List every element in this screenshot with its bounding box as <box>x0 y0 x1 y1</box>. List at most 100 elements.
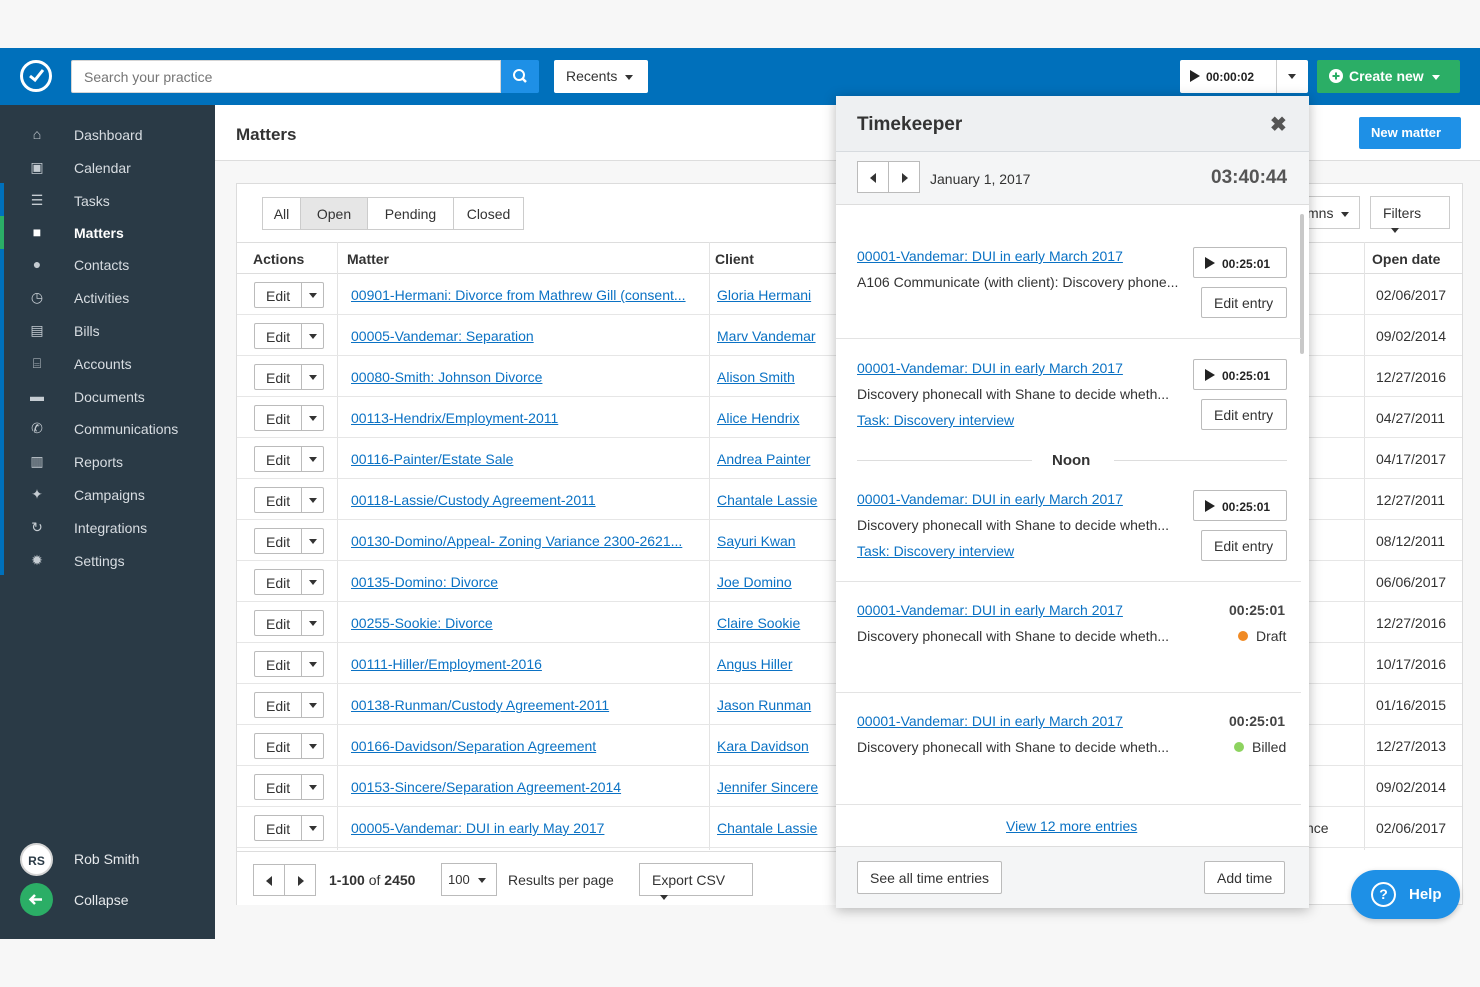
edit-button[interactable]: Edit <box>254 651 324 677</box>
filters-button[interactable]: Filters <box>1370 196 1450 233</box>
chevron-down-icon[interactable] <box>301 283 323 307</box>
sidebar-item-dashboard[interactable]: ⌂ Dashboard <box>0 118 215 151</box>
chevron-down-icon[interactable] <box>301 488 323 512</box>
matter-link[interactable]: 00118-Lassie/Custody Agreement-2011 <box>351 492 596 508</box>
matter-link[interactable]: 00111-Hiller/Employment-2016 <box>351 656 542 672</box>
avatar[interactable]: RS <box>20 843 53 876</box>
entry-timer-button[interactable]: 00:25:01 <box>1193 359 1287 390</box>
columns-button[interactable]: mns <box>1300 196 1360 229</box>
chevron-down-icon[interactable] <box>301 570 323 594</box>
help-button[interactable]: ? Help <box>1351 870 1460 919</box>
client-link[interactable]: Jennifer Sincere <box>717 779 818 795</box>
search-input[interactable] <box>71 60 501 93</box>
entry-timer-button[interactable]: 00:25:01 <box>1193 490 1287 521</box>
sidebar-item-calendar[interactable]: ▣ Calendar <box>0 151 215 184</box>
timer-button[interactable]: 00:00:02 <box>1180 60 1276 93</box>
edit-button[interactable]: Edit <box>254 364 324 390</box>
edit-button[interactable]: Edit <box>254 282 324 308</box>
matter-link[interactable]: 00255-Sookie: Divorce <box>351 615 493 631</box>
chevron-down-icon[interactable] <box>301 693 323 717</box>
entry-timer-button[interactable]: 00:25:01 <box>1193 247 1287 278</box>
sidebar-item-tasks[interactable]: ☰ Tasks <box>0 184 215 217</box>
chevron-down-icon[interactable] <box>301 529 323 553</box>
close-icon[interactable]: ✖ <box>1270 112 1287 137</box>
client-link[interactable]: Chantale Lassie <box>717 492 817 508</box>
client-link[interactable]: Marv Vandemar <box>717 328 816 344</box>
next-day-button[interactable] <box>888 161 920 193</box>
tab-open[interactable]: Open <box>300 197 368 230</box>
next-page-button[interactable] <box>284 864 316 896</box>
edit-button[interactable]: Edit <box>254 733 324 759</box>
client-link[interactable]: Angus Hiller <box>717 656 792 672</box>
view-more-entries-link[interactable]: View 12 more entries <box>1006 818 1137 834</box>
matter-link[interactable]: 00005-Vandemar: Separation <box>351 328 534 344</box>
edit-button[interactable]: Edit <box>254 528 324 554</box>
chevron-down-icon[interactable] <box>301 365 323 389</box>
column-header-open-date[interactable]: Open date <box>1372 251 1440 267</box>
client-link[interactable]: Kara Davidson <box>717 738 809 754</box>
tab-closed[interactable]: Closed <box>453 197 524 230</box>
clio-logo-icon[interactable] <box>20 60 52 92</box>
sidebar-item-integrations[interactable]: ↻ Integrations <box>0 511 215 544</box>
sidebar-item-activities[interactable]: ◷ Activities <box>0 281 215 314</box>
chevron-down-icon[interactable] <box>301 775 323 799</box>
edit-button[interactable]: Edit <box>254 815 324 841</box>
matter-link[interactable]: 00138-Runman/Custody Agreement-2011 <box>351 697 609 713</box>
sidebar-item-accounts[interactable]: ⌸ Accounts <box>0 347 215 380</box>
chevron-down-icon[interactable] <box>301 734 323 758</box>
tab-pending[interactable]: Pending <box>367 197 454 230</box>
edit-entry-button[interactable]: Edit entry <box>1201 287 1287 318</box>
edit-button[interactable]: Edit <box>254 446 324 472</box>
matter-link[interactable]: 00130-Domino/Appeal- Zoning Variance 230… <box>351 533 682 549</box>
entry-matter-link[interactable]: 00001-Vandemar: DUI in early March 2017 <box>857 491 1123 507</box>
chevron-down-icon[interactable] <box>301 652 323 676</box>
chevron-down-icon[interactable] <box>301 324 323 348</box>
edit-button[interactable]: Edit <box>254 774 324 800</box>
client-link[interactable]: Gloria Hermani <box>717 287 811 303</box>
entry-task-link[interactable]: Task: Discovery interview <box>857 412 1014 428</box>
matter-link[interactable]: 00005-Vandemar: DUI in early May 2017 <box>351 820 604 836</box>
entry-task-link[interactable]: Task: Discovery interview <box>857 543 1014 559</box>
see-all-time-entries-button[interactable]: See all time entries <box>857 861 1003 894</box>
column-header-matter[interactable]: Matter <box>347 251 389 267</box>
chevron-down-icon[interactable] <box>301 816 323 840</box>
edit-button[interactable]: Edit <box>254 323 324 349</box>
entry-matter-link[interactable]: 00001-Vandemar: DUI in early March 2017 <box>857 602 1123 618</box>
edit-button[interactable]: Edit <box>254 487 324 513</box>
entry-matter-link[interactable]: 00001-Vandemar: DUI in early March 2017 <box>857 713 1123 729</box>
matter-link[interactable]: 00901-Hermani: Divorce from Mathrew Gill… <box>351 287 686 303</box>
search-button[interactable] <box>501 60 539 93</box>
user-name[interactable]: Rob Smith <box>74 851 139 867</box>
matter-link[interactable]: 00116-Painter/Estate Sale <box>351 451 513 467</box>
sidebar-item-reports[interactable]: ▥ Reports <box>0 445 215 478</box>
entry-matter-link[interactable]: 00001-Vandemar: DUI in early March 2017 <box>857 360 1123 376</box>
edit-entry-button[interactable]: Edit entry <box>1201 530 1287 561</box>
export-csv-button[interactable]: Export CSV <box>639 863 753 900</box>
matter-link[interactable]: 00113-Hendrix/Employment-2011 <box>351 410 558 426</box>
chevron-down-icon[interactable] <box>301 611 323 635</box>
client-link[interactable]: Chantale Lassie <box>717 820 817 836</box>
edit-button[interactable]: Edit <box>254 405 324 431</box>
sidebar-item-campaigns[interactable]: ✦ Campaigns <box>0 478 215 511</box>
client-link[interactable]: Alice Hendrix <box>717 410 799 426</box>
add-time-button[interactable]: Add time <box>1204 861 1286 894</box>
chevron-down-icon[interactable] <box>301 406 323 430</box>
edit-entry-button[interactable]: Edit entry <box>1201 399 1287 430</box>
create-new-button[interactable]: Create new <box>1317 60 1460 93</box>
matter-link[interactable]: 00135-Domino: Divorce <box>351 574 498 590</box>
entry-matter-link[interactable]: 00001-Vandemar: DUI in early March 2017 <box>857 248 1123 264</box>
recents-dropdown[interactable]: Recents <box>554 60 648 93</box>
client-link[interactable]: Alison Smith <box>717 369 795 385</box>
sidebar-item-contacts[interactable]: ● Contacts <box>0 248 215 281</box>
sidebar-item-communications[interactable]: ✆ Communications <box>0 412 215 445</box>
sidebar-item-bills[interactable]: ▤ Bills <box>0 314 215 347</box>
client-link[interactable]: Jason Runman <box>717 697 811 713</box>
client-link[interactable]: Claire Sookie <box>717 615 800 631</box>
sidebar-item-matters[interactable]: ■ Matters <box>0 216 215 249</box>
matter-link[interactable]: 00153-Sincere/Separation Agreement-2014 <box>351 779 621 795</box>
prev-day-button[interactable] <box>857 161 889 193</box>
client-link[interactable]: Sayuri Kwan <box>717 533 796 549</box>
sidebar-item-settings[interactable]: ✹ Settings <box>0 544 215 577</box>
tab-all[interactable]: All <box>262 197 301 230</box>
matter-link[interactable]: 00166-Davidson/Separation Agreement <box>351 738 596 754</box>
